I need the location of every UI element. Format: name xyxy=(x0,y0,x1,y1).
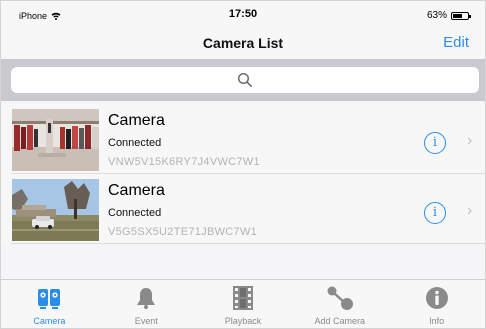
edit-button[interactable]: Edit xyxy=(443,34,469,51)
tab-playback[interactable]: Playback xyxy=(195,280,292,328)
row-divider xyxy=(11,243,485,244)
tab-camera[interactable]: Camera xyxy=(1,280,98,328)
tab-label: Camera xyxy=(33,316,66,326)
camera-name: Camera xyxy=(108,182,165,199)
battery-cap xyxy=(469,14,471,18)
camera-status: Connected xyxy=(108,207,162,219)
camera-icon xyxy=(35,285,63,311)
page-title: Camera List xyxy=(202,35,284,51)
camera-info-button[interactable]: i xyxy=(424,132,446,154)
tab-info[interactable]: Info xyxy=(388,280,485,328)
camera-row[interactable]: Camera Connected VNW5V15K6RY7J4VWC7W1 i … xyxy=(1,104,485,174)
tab-event[interactable]: Event xyxy=(98,280,195,328)
tab-label: Add Camera xyxy=(314,316,366,326)
tab-label: Event xyxy=(134,316,158,326)
film-icon xyxy=(229,285,257,311)
tab-bar: Camera Event Playback Add Camera Info xyxy=(1,279,485,328)
app-window: iPhone 17:50 63% Camera List Edit Camera… xyxy=(0,0,486,329)
chevron-right-icon: › xyxy=(467,132,473,149)
search-input[interactable] xyxy=(11,67,479,93)
camera-name: Camera xyxy=(108,112,165,129)
camera-thumbnail xyxy=(12,109,99,171)
chevron-right-icon: › xyxy=(467,202,473,219)
info-icon xyxy=(423,285,451,311)
add-camera-icon xyxy=(326,285,354,311)
bell-icon xyxy=(132,285,160,311)
tab-label: Info xyxy=(429,316,445,326)
nav-bar: Camera List Edit xyxy=(1,29,485,59)
status-time: 17:50 xyxy=(228,8,258,20)
battery-fill xyxy=(453,13,462,18)
camera-row[interactable]: Camera Connected V5G5SX5U2TE71JBWC7W1 i … xyxy=(1,174,485,244)
status-bar: iPhone 17:50 63% xyxy=(1,1,485,29)
search-bar xyxy=(1,59,485,101)
camera-info-button[interactable]: i xyxy=(424,202,446,224)
camera-list: Camera Connected VNW5V15K6RY7J4VWC7W1 i … xyxy=(1,104,485,244)
camera-device-id: VNW5V15K6RY7J4VWC7W1 xyxy=(108,156,260,168)
camera-thumbnail xyxy=(12,179,99,241)
tab-label: Playback xyxy=(224,316,262,326)
battery-percent: 63% xyxy=(426,10,447,21)
camera-device-id: V5G5SX5U2TE71JBWC7W1 xyxy=(108,226,258,238)
battery-icon xyxy=(451,11,471,20)
search-icon xyxy=(237,72,252,87)
battery-area: 63% xyxy=(426,10,471,21)
tab-add-camera[interactable]: Add Camera xyxy=(291,280,388,328)
camera-status: Connected xyxy=(108,137,162,149)
